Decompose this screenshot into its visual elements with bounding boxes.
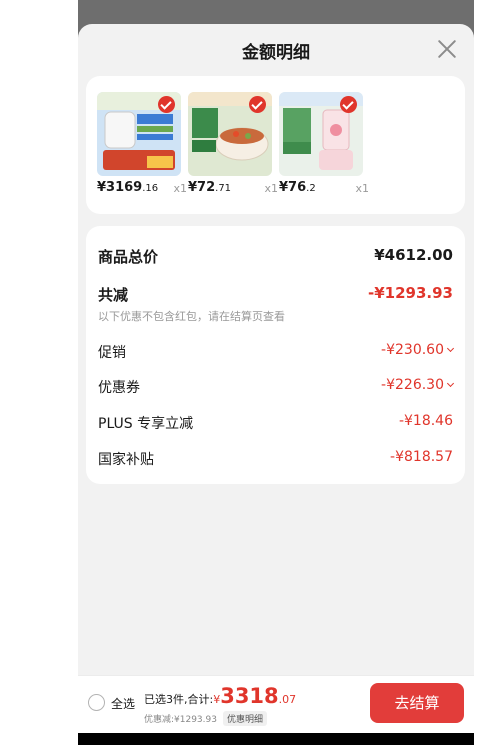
reduce-label: 共减 — [98, 286, 129, 304]
coupon-amount: -¥226.30 — [381, 377, 444, 393]
phone-viewport: 金额明细 ¥3169.16 x1 ¥72.71 x1 ¥76.2 x1 商品总价… — [78, 0, 474, 745]
price-dec: .71 — [215, 183, 232, 194]
reduce-note: 以下优惠不包含红包，请在结算页查看 — [98, 310, 285, 323]
amount-int: 3318 — [220, 684, 279, 708]
products-card: ¥3169.16 x1 ¥72.71 x1 ¥76.2 x1 — [86, 76, 465, 214]
promotion-row[interactable]: 促销 -¥230.60 — [98, 342, 455, 364]
left-margin — [0, 0, 78, 745]
chevron-down-icon[interactable] — [446, 379, 455, 388]
reduce-value: -¥1293.93 — [368, 284, 453, 302]
chevron-down-icon[interactable] — [446, 344, 455, 353]
checkout-bar: 全选 已选3件,合计:¥3318.07 优惠减:¥1293.93 优惠明细 去结算 — [78, 675, 474, 733]
product-image — [279, 92, 363, 176]
total-row: 商品总价 ¥4612.00 — [98, 246, 453, 268]
price-int: ¥72 — [188, 180, 216, 195]
selected-text: 已选3件,合计: — [144, 693, 214, 706]
amount-detail-sheet: 金额明细 ¥3169.16 x1 ¥72.71 x1 ¥76.2 x1 商品总价… — [78, 24, 474, 745]
price-int: ¥76 — [279, 180, 307, 195]
check-icon[interactable] — [249, 96, 266, 113]
close-icon[interactable] — [436, 38, 458, 60]
product-qty: x1 — [173, 182, 187, 195]
product-qty: x1 — [355, 182, 369, 195]
subsidy-label: 国家补贴 — [98, 452, 154, 468]
subsidy-row: 国家补贴 -¥818.57 — [98, 449, 453, 471]
screen: 金额明细 ¥3169.16 x1 ¥72.71 x1 ¥76.2 x1 商品总价… — [0, 0, 500, 745]
plus-row: PLUS 专享立减 -¥18.46 — [98, 413, 453, 435]
select-all-label[interactable]: 全选 — [111, 695, 135, 712]
product-item[interactable]: ¥72.71 x1 — [188, 92, 278, 195]
discount-text: 优惠减:¥1293.93 — [144, 715, 217, 725]
subsidy-value: -¥818.57 — [390, 449, 453, 465]
product-qty: x1 — [264, 182, 278, 195]
price-summary-card: 商品总价 ¥4612.00 共减 -¥1293.93 以下优惠不包含红包，请在结… — [86, 226, 465, 484]
coupon-label: 优惠券 — [98, 380, 140, 396]
reduce-row: 共减 -¥1293.93 — [98, 284, 453, 306]
total-value: ¥4612.00 — [374, 246, 453, 264]
coupon-value: -¥226.30 — [381, 377, 455, 393]
radio-icon[interactable] — [88, 694, 105, 711]
price-dec: .16 — [142, 183, 159, 194]
home-indicator-area — [78, 733, 474, 745]
product-item[interactable]: ¥76.2 x1 — [279, 92, 369, 195]
plus-label: PLUS 专享立减 — [98, 416, 194, 432]
product-price-row: ¥3169.16 x1 — [97, 180, 187, 198]
promotion-value: -¥230.60 — [381, 342, 455, 358]
product-price: ¥3169.16 — [97, 180, 158, 195]
check-icon[interactable] — [340, 96, 357, 113]
promotion-amount: -¥230.60 — [381, 342, 444, 358]
right-margin — [474, 0, 500, 745]
product-price-row: ¥76.2 x1 — [279, 180, 369, 198]
discount-line: 优惠减:¥1293.93 优惠明细 — [144, 711, 267, 726]
check-icon[interactable] — [158, 96, 175, 113]
price-int: ¥3169 — [97, 180, 143, 195]
checkout-button[interactable]: 去结算 — [370, 683, 464, 723]
product-image — [97, 92, 181, 176]
coupon-row[interactable]: 优惠券 -¥226.30 — [98, 377, 455, 399]
product-image — [188, 92, 272, 176]
product-price: ¥72.71 — [188, 180, 231, 195]
plus-value: -¥18.46 — [398, 413, 453, 429]
total-label: 商品总价 — [98, 248, 159, 266]
product-price-row: ¥72.71 x1 — [188, 180, 278, 198]
product-price: ¥76.2 — [279, 180, 316, 195]
selected-total: 已选3件,合计:¥3318.07 — [144, 684, 296, 708]
sheet-title: 金额明细 — [242, 43, 310, 63]
discount-detail-button[interactable]: 优惠明细 — [222, 711, 267, 726]
amount-dec: .07 — [278, 693, 297, 706]
product-item[interactable]: ¥3169.16 x1 — [97, 92, 187, 195]
price-dec: .2 — [306, 183, 316, 194]
promotion-label: 促销 — [98, 345, 126, 361]
